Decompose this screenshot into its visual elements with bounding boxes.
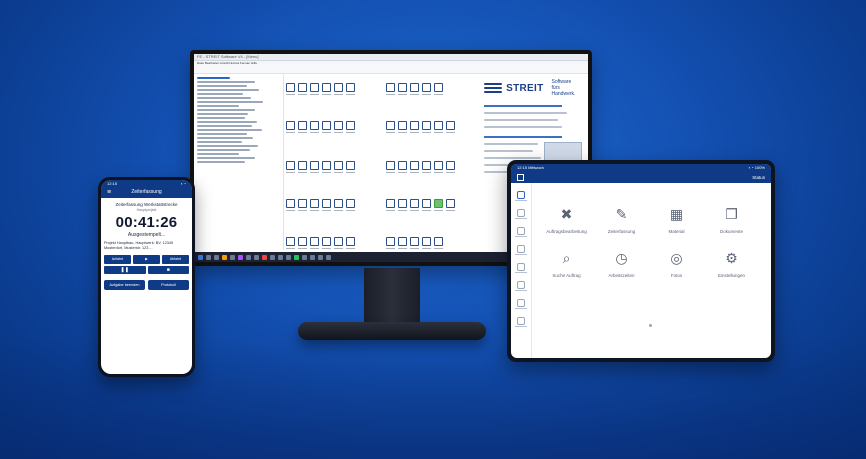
phone-device: 12:15 ▪ ◔ ≡ Zeiterfassung Zeiterfassung W…: [98, 177, 195, 377]
streit-logo-icon: [484, 82, 503, 94]
module-group: [386, 151, 482, 173]
module-group: [286, 111, 382, 133]
phone-controls-row: Anfahrt ▶ Abfahrt: [101, 255, 192, 265]
navigation-tree[interactable]: [194, 73, 284, 250]
module-group: [386, 73, 482, 95]
stop-icon[interactable]: ■: [147, 266, 189, 275]
nav-tools-icon[interactable]: [517, 227, 525, 235]
phone-subtitle: Zeiterfassung Werkstattstrecke: [115, 202, 178, 207]
nav-users2-icon[interactable]: [517, 281, 525, 289]
tablet-status-bar: 12:15 Mittwoch ▪ ◔ 100%: [511, 164, 771, 171]
tablet-side-nav[interactable]: [511, 183, 532, 358]
module-group: [386, 227, 482, 249]
monitor-base: [298, 322, 486, 340]
tools-icon: ✖: [560, 206, 573, 222]
timer-display: 00:41:26: [115, 214, 178, 231]
arrival-button[interactable]: Anfahrt: [104, 255, 131, 265]
module-group: [386, 111, 482, 133]
documents-icon: ❐: [725, 206, 738, 222]
pause-icon[interactable]: ❚❚: [104, 266, 146, 275]
tile-material[interactable]: ▦ Material: [649, 204, 704, 234]
tile-dokumente[interactable]: ❐ Dokumente: [704, 204, 759, 234]
tablet-screen: 12:15 Mittwoch ▪ ◔ 100% Status ✖ Auftragsb…: [511, 164, 771, 358]
finish-task-button[interactable]: Aufgabe beenden: [104, 280, 145, 291]
product-scene: FE - STREIT Software V4 - [Menu] Datei B…: [0, 0, 866, 459]
module-groups: [286, 73, 476, 250]
nav-users-icon[interactable]: [517, 263, 525, 271]
grid-menu-icon[interactable]: [517, 173, 524, 181]
project-description: Projekt Hauptbau, Hauptwerk: BV, 12345 M…: [104, 241, 174, 250]
page-indicator: [649, 324, 652, 327]
phone-controls-row-2: ❚❚ ■: [101, 266, 192, 275]
hamburger-menu-icon[interactable]: ≡: [107, 189, 111, 196]
search-icon: ⌕: [562, 250, 571, 266]
tile-auftragsbearbeitung[interactable]: ✖ Auftragsbearbeitung: [539, 204, 594, 234]
tile-fotos[interactable]: ◎ Fotos: [649, 248, 704, 278]
edit-icon: ✎: [615, 206, 628, 222]
phone-app-bar: ≡ Zeiterfassung: [101, 187, 192, 198]
phone-title: Zeiterfassung: [131, 189, 162, 195]
tile-arbeitszeiten[interactable]: ◷ Arbeitszeiten: [594, 248, 649, 278]
module-group: [286, 73, 382, 95]
stopwatch-icon: ◷: [615, 250, 628, 266]
gear-icon: ⚙: [725, 250, 738, 266]
play-icon[interactable]: ▶: [133, 255, 160, 265]
departure-button[interactable]: Abfahrt: [162, 255, 189, 265]
tablet-device: 12:15 Mittwoch ▪ ◔ 100% Status ✖ Auftragsb…: [507, 160, 775, 362]
timer-state: Ausgestempelt...: [127, 232, 166, 238]
tile-einstellungen[interactable]: ⚙ Einstellungen: [704, 248, 759, 278]
module-group: [286, 189, 382, 211]
phone-screen: 12:15 ▪ ◔ ≡ Zeiterfassung Zeiterfassung W…: [101, 180, 192, 374]
nav-time-icon[interactable]: [517, 245, 525, 253]
phone-status-bar: 12:15 ▪ ◔: [101, 180, 192, 187]
tile-zeiterfassung[interactable]: ✎ Zeiterfassung: [594, 204, 649, 234]
module-group: [286, 151, 382, 173]
phone-actions: Aufgabe beenden Protokoll: [101, 280, 192, 291]
camera-icon: ◎: [670, 250, 683, 266]
nav-home-icon[interactable]: [517, 191, 525, 199]
module-group: [286, 227, 382, 249]
window-title: FE - STREIT Software V4 - [Menu]: [194, 54, 588, 61]
protocol-button[interactable]: Protokoll: [148, 280, 189, 291]
nav-help-icon[interactable]: [517, 317, 525, 325]
nav-search-icon[interactable]: [517, 209, 525, 217]
material-icon: ▦: [669, 206, 684, 222]
module-group: [386, 189, 482, 211]
tile-suche-auftrag[interactable]: ⌕ Suche Auftrag: [539, 248, 594, 278]
nav-docs-icon[interactable]: [517, 299, 525, 307]
monitor-stand: [364, 268, 420, 326]
tablet-tiles: ✖ Auftragsbearbeitung ✎ Zeiterfassung ▦ Mat…: [539, 204, 759, 278]
status-button[interactable]: Status: [752, 175, 765, 180]
streit-logo: STREIT Software fürs Handwerk.: [484, 79, 582, 97]
tablet-header: Status: [511, 171, 771, 183]
phone-subtitle-2: Hauptprojekt: [136, 208, 157, 212]
